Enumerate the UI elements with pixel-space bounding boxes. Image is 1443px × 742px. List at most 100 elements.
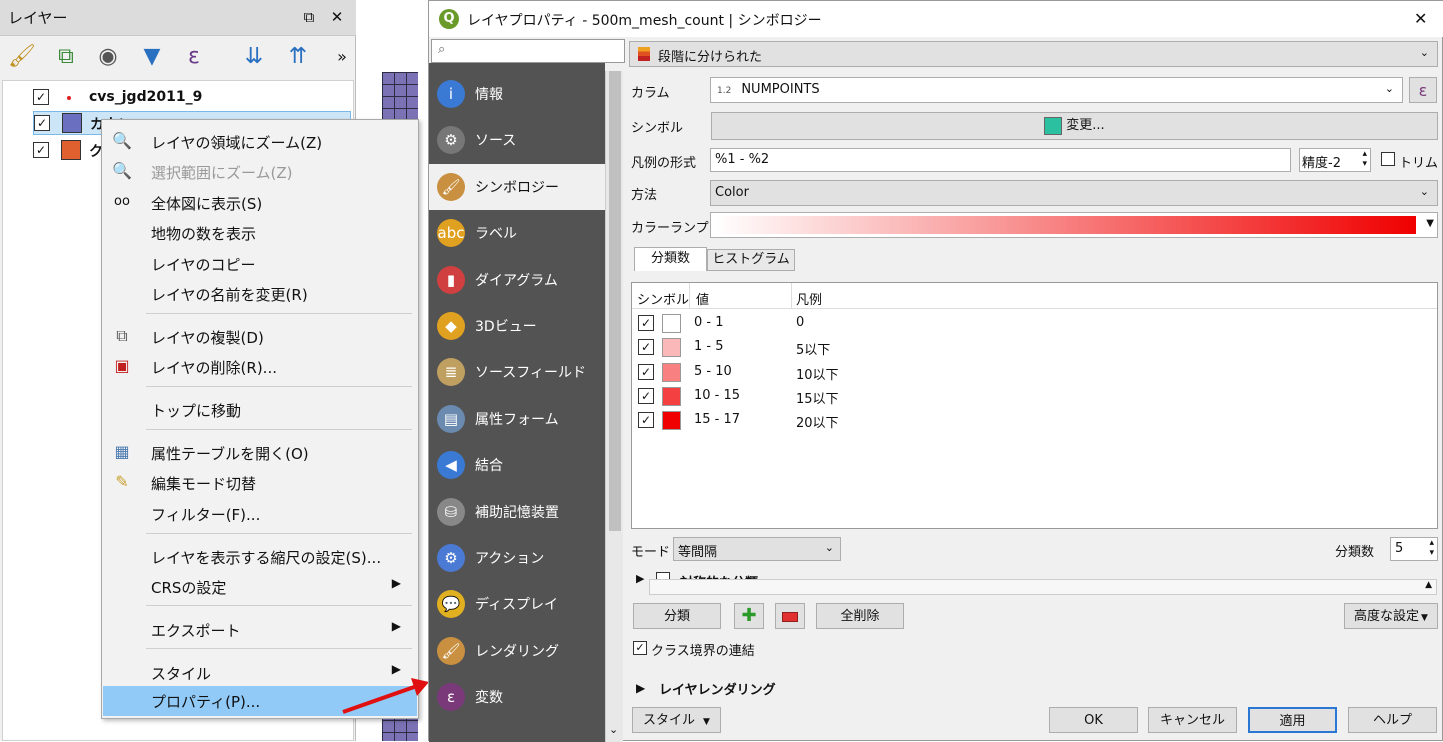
class-checkbox[interactable]: ✓: [638, 315, 654, 331]
renderer-select[interactable]: 段階に分けられた ⌄: [629, 41, 1438, 67]
change-symbol-button[interactable]: 変更...: [711, 112, 1438, 140]
float-icon[interactable]: ⧉: [298, 6, 320, 28]
expression-icon[interactable]: ε: [1409, 77, 1437, 103]
mode-select[interactable]: 等間隔 ⌄: [673, 537, 841, 561]
menu-duplicate-layer[interactable]: ⧉ レイヤの複製(D): [103, 322, 417, 350]
minus-icon: [782, 611, 798, 622]
layer-checkbox[interactable]: ✓: [33, 142, 49, 158]
advanced-button[interactable]: 高度な設定 ▼: [1344, 603, 1438, 629]
menu-show-feature-count[interactable]: 地物の数を表示: [103, 218, 417, 246]
menu-export[interactable]: エクスポート ▶: [103, 615, 417, 643]
classes-count-spinbox[interactable]: 5 ▴ ▾: [1390, 537, 1438, 561]
nav-item-13[interactable]: ε 変数: [429, 674, 605, 720]
class-color-swatch[interactable]: [662, 387, 681, 406]
menu-move-to-top[interactable]: トップに移動: [103, 395, 417, 423]
search-input[interactable]: ⌕: [431, 39, 625, 63]
class-checkbox[interactable]: ✓: [638, 412, 654, 428]
add-group-icon[interactable]: ⧉: [50, 42, 82, 72]
menu-zoom-to-layer[interactable]: 🔍 レイヤの領域にズーム(Z): [103, 127, 417, 155]
remove-class-icon[interactable]: [775, 603, 805, 629]
nav-item-2[interactable]: 🖌 シンボロジー: [429, 163, 605, 210]
link-boundaries-checkbox[interactable]: ✓: [633, 641, 647, 655]
nav-item-1[interactable]: ⚙ ソース: [429, 117, 605, 163]
class-color-swatch[interactable]: [662, 314, 681, 333]
legend-format-input[interactable]: %1 - %2: [710, 148, 1291, 172]
close-icon[interactable]: ✕: [1414, 9, 1427, 28]
menu-toggle-editing[interactable]: ✎ 編集モード切替: [103, 468, 417, 496]
table-row[interactable]: ✓ 1 - 5 5以下: [636, 336, 1236, 360]
layer-item[interactable]: ✓ cvs_jgd2011_9: [33, 87, 333, 109]
expand-all-icon[interactable]: ⇊: [238, 42, 270, 72]
color-ramp-button[interactable]: ▼: [710, 212, 1438, 238]
classify-button[interactable]: 分類: [633, 603, 721, 629]
column-header-legend[interactable]: 凡例: [796, 289, 822, 308]
expression-filter-icon[interactable]: ε: [178, 42, 210, 72]
collapse-all-icon[interactable]: ⇈: [282, 42, 314, 72]
column-select[interactable]: 1.2 NUMPOINTS ⌄: [710, 77, 1403, 103]
nav-item-9[interactable]: ⛁ 補助記憶装置: [429, 489, 605, 535]
class-color-swatch[interactable]: [662, 411, 681, 430]
menu-remove-layer[interactable]: ▣ レイヤの削除(R)...: [103, 352, 417, 380]
menu-rename-layer[interactable]: レイヤの名前を変更(R): [103, 279, 417, 307]
column-header-symbol[interactable]: シンボル: [637, 289, 689, 308]
nav-item-6[interactable]: ≣ ソースフィールド: [429, 349, 605, 395]
ok-button[interactable]: OK: [1049, 707, 1138, 733]
delete-all-button[interactable]: 全削除: [816, 603, 904, 629]
precision-spinbox[interactable]: 精度-2 ▴ ▾: [1299, 148, 1371, 172]
eye-icon[interactable]: ◉: [92, 42, 124, 72]
nav-item-8[interactable]: ◀ 結合: [429, 442, 605, 488]
class-value: 10 - 15: [694, 388, 741, 403]
nav-icon: ◆: [437, 312, 465, 340]
method-select[interactable]: Color ⌄: [710, 180, 1438, 206]
nav-scrollbar[interactable]: ⌄: [605, 71, 623, 742]
menu-filter[interactable]: フィルター(F)...: [103, 499, 417, 527]
scroll-up-icon[interactable]: ▲: [1425, 580, 1432, 590]
class-table[interactable]: シンボル 値 凡例 ✓ 0 - 10 ✓ 1 - 5 5以下 ✓ 5 - 10 10以下 …: [631, 282, 1438, 529]
table-row[interactable]: ✓ 5 - 10 10以下: [636, 361, 1236, 385]
class-color-swatch[interactable]: [662, 338, 681, 357]
cancel-button[interactable]: キャンセル: [1148, 707, 1237, 733]
table-row[interactable]: ✓ 15 - 17 20以下: [636, 409, 1236, 433]
menu-open-attribute-table[interactable]: ▦ 属性テーブルを開く(O): [103, 438, 417, 466]
nav-item-5[interactable]: ◆ 3Dビュー: [429, 303, 605, 349]
nav-scrollbar-thumb[interactable]: [609, 71, 621, 531]
scroll-down-icon[interactable]: ⌄: [609, 723, 618, 736]
expand-arrow-icon[interactable]: ▶: [636, 681, 645, 695]
layer-rendering-section[interactable]: レイヤレンダリング: [659, 679, 776, 698]
nav-item-7[interactable]: ▤ 属性フォーム: [429, 396, 605, 442]
nav-item-10[interactable]: ⚙ アクション: [429, 535, 605, 581]
class-color-swatch[interactable]: [662, 363, 681, 382]
help-button[interactable]: ヘルプ: [1348, 707, 1437, 733]
nav-label: 属性フォーム: [475, 411, 559, 428]
scroll-area[interactable]: ▲: [649, 579, 1437, 595]
nav-item-11[interactable]: 💬 ディスプレイ: [429, 581, 605, 627]
tab-histogram[interactable]: ヒストグラム: [707, 249, 795, 271]
style-manager-icon[interactable]: 🖌: [6, 42, 38, 72]
class-checkbox[interactable]: ✓: [638, 364, 654, 380]
add-class-icon[interactable]: ✚: [734, 603, 764, 629]
layer-checkbox[interactable]: ✓: [34, 115, 50, 131]
trim-checkbox[interactable]: [1381, 152, 1395, 166]
style-menu-button[interactable]: スタイル ▼: [632, 707, 721, 733]
nav-item-12[interactable]: 🖌 レンダリング: [429, 628, 605, 674]
menu-set-scale-visibility[interactable]: レイヤを表示する縮尺の設定(S)...: [103, 542, 417, 570]
class-checkbox[interactable]: ✓: [638, 388, 654, 404]
menu-set-crs[interactable]: CRSの設定 ▶: [103, 572, 417, 600]
column-header-value[interactable]: 値: [696, 289, 709, 308]
menu-copy-layer[interactable]: レイヤのコピー: [103, 249, 417, 277]
close-panel-icon[interactable]: ✕: [326, 6, 348, 28]
nav-item-4[interactable]: ▮ ダイアグラム: [429, 257, 605, 303]
legend-format-label: 凡例の形式: [631, 156, 697, 171]
apply-button[interactable]: 適用: [1248, 707, 1337, 733]
menu-show-in-overview[interactable]: oo 全体図に表示(S): [103, 188, 417, 216]
layer-checkbox[interactable]: ✓: [33, 89, 49, 105]
filter-icon[interactable]: ▼: [136, 42, 168, 72]
table-row[interactable]: ✓ 0 - 1 0: [636, 312, 1236, 336]
class-checkbox[interactable]: ✓: [638, 339, 654, 355]
class-legend: 0: [796, 315, 805, 330]
more-icon[interactable]: »: [326, 42, 358, 72]
nav-item-3[interactable]: abc ラベル: [429, 210, 605, 256]
tab-classes[interactable]: 分類数: [634, 247, 707, 271]
table-row[interactable]: ✓ 10 - 15 15以下: [636, 385, 1236, 409]
nav-item-0[interactable]: i 情報: [429, 71, 605, 117]
